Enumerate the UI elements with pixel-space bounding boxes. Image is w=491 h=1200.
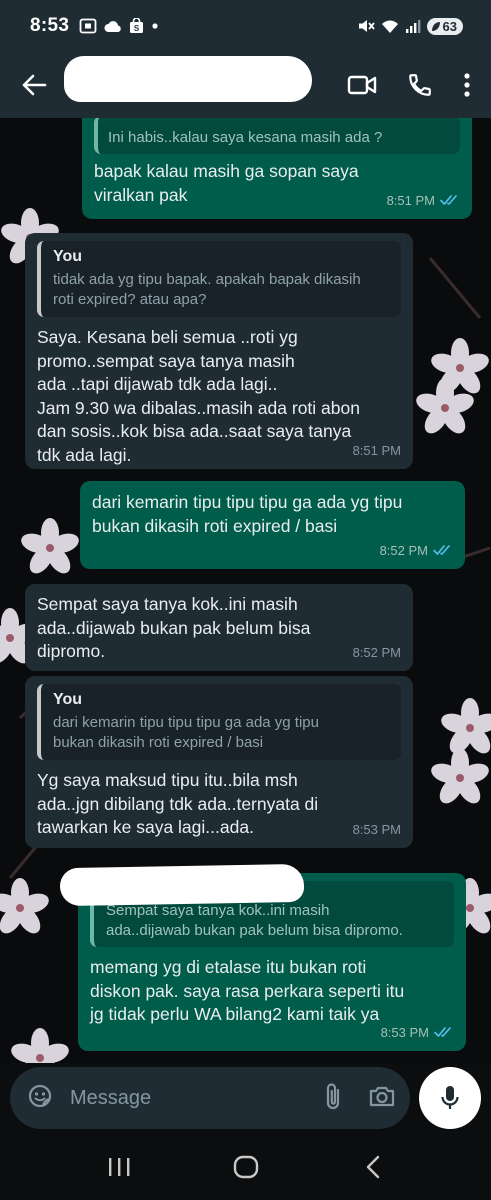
camera-button[interactable] [368, 1084, 396, 1113]
chat-header: online [0, 52, 491, 118]
double-check-icon [440, 195, 457, 206]
message-time: 8:51 PM [386, 192, 435, 208]
message-meta: 8:53 PM [353, 818, 401, 842]
message-input-pill [10, 1067, 411, 1129]
message-bubble-outgoing[interactable]: Ini habis..kalau saya kesana masih ada ?… [82, 118, 472, 219]
message-composer [0, 1063, 491, 1133]
message-time: 8:52 PM [352, 644, 401, 660]
sticker-icon [28, 1084, 52, 1107]
status-time: 8:53 [30, 15, 70, 36]
status-notification-icons: S [79, 18, 159, 34]
message-bubble-incoming[interactable]: Sempat saya tanya kok..ini masih ada..di… [25, 584, 413, 671]
quoted-message[interactable]: You dari kemarin tipu tipu tipu ga ada y… [37, 684, 401, 760]
message-meta: 8:52 PM [353, 641, 401, 665]
recent-apps-button[interactable] [89, 1142, 149, 1192]
mute-icon [358, 20, 375, 32]
svg-text:S: S [134, 24, 140, 33]
double-check-icon [433, 545, 450, 556]
wifi-icon [381, 20, 398, 33]
contact-info[interactable]: online [64, 52, 347, 118]
status-bar: 8:53 S 63 [0, 0, 491, 52]
video-call-button[interactable] [347, 74, 377, 96]
voice-call-button[interactable] [407, 72, 433, 98]
quoted-message-text: Sempat saya tanya kok..ini masih ada..di… [106, 902, 403, 939]
message-meta: 8:52 PM [380, 539, 453, 563]
arrow-left-icon [22, 74, 47, 96]
message-meta: 8:51 PM [387, 189, 460, 213]
home-icon [233, 1155, 258, 1178]
message-meta: 8:51 PM [353, 439, 401, 463]
quoted-message-author: You [53, 248, 83, 265]
quoted-message-text: tidak ada yg tipu bapak. apakah bapak di… [53, 271, 361, 308]
message-time: 8:53 PM [352, 821, 401, 837]
battery-indicator: 63 [426, 17, 463, 35]
message-bubble-incoming[interactable]: You tidak ada yg tipu bapak. apakah bapa… [25, 233, 413, 469]
shopping-bag-icon: S [130, 18, 144, 33]
quoted-message-text: dari kemarin tipu tipu tipu ga ada yg ti… [53, 714, 319, 751]
quoted-message-text: Ini habis..kalau saya kesana masih ada ? [108, 129, 383, 146]
double-check-icon [434, 1027, 451, 1038]
message-text: memang yg di etalase itu bukan roti disk… [90, 957, 405, 1024]
message-time: 8:53 PM [380, 1024, 429, 1040]
screenshot-icon [79, 18, 97, 34]
back-nav-button[interactable] [343, 1142, 403, 1192]
composer-actions [324, 1081, 396, 1116]
paperclip-icon [327, 1082, 340, 1109]
camera-icon [370, 1086, 395, 1106]
quoted-message[interactable]: You tidak ada yg tipu bapak. apakah bapa… [37, 241, 401, 317]
message-text: Sempat saya tanya kok..ini masih ada..di… [37, 594, 311, 661]
message-time: 8:51 PM [352, 442, 401, 458]
back-button[interactable] [4, 52, 64, 118]
signal-icon [405, 19, 420, 33]
phone-icon [409, 74, 431, 96]
cloud-icon [104, 21, 121, 32]
quoted-message-author: You [53, 691, 83, 708]
dot-icon [152, 23, 158, 29]
microphone-icon [441, 1086, 459, 1109]
header-actions [347, 72, 471, 98]
battery-leaf-icon [431, 21, 440, 31]
message-bubble-incoming[interactable]: You dari kemarin tipu tipu tipu ga ada y… [25, 676, 413, 848]
chat-area[interactable]: Ini habis..kalau saya kesana masih ada ?… [0, 118, 491, 1063]
video-call-icon [347, 75, 377, 95]
redaction-mark [59, 863, 305, 907]
status-system-icons: 63 [357, 17, 463, 35]
message-text: dari kemarin tipu tipu tipu ga ada yg ti… [92, 492, 403, 536]
home-button[interactable] [216, 1142, 276, 1192]
voice-message-button[interactable] [419, 1067, 481, 1129]
chevron-left-icon [366, 1155, 379, 1178]
more-options-button[interactable] [463, 72, 471, 98]
message-bubble-outgoing[interactable]: dari kemarin tipu tipu tipu ga ada yg ti… [80, 481, 465, 569]
message-meta: 8:53 PM [381, 1021, 454, 1045]
message-time: 8:52 PM [379, 542, 428, 558]
system-navigation-bar [0, 1133, 491, 1200]
battery-level: 63 [442, 18, 457, 34]
message-text: Yg saya maksud tipu itu..bila msh ada..j… [37, 770, 319, 837]
message-input[interactable] [70, 1086, 325, 1110]
message-text: Saya. Kesana beli semua ..roti yg promo.… [37, 327, 360, 465]
quoted-message[interactable]: Ini habis..kalau saya kesana masih ada ? [94, 118, 460, 154]
sticker-button[interactable] [26, 1082, 54, 1115]
redaction-mark [64, 56, 312, 102]
more-vertical-icon [464, 73, 470, 97]
attach-button[interactable] [324, 1081, 342, 1116]
recent-apps-icon [108, 1157, 129, 1176]
